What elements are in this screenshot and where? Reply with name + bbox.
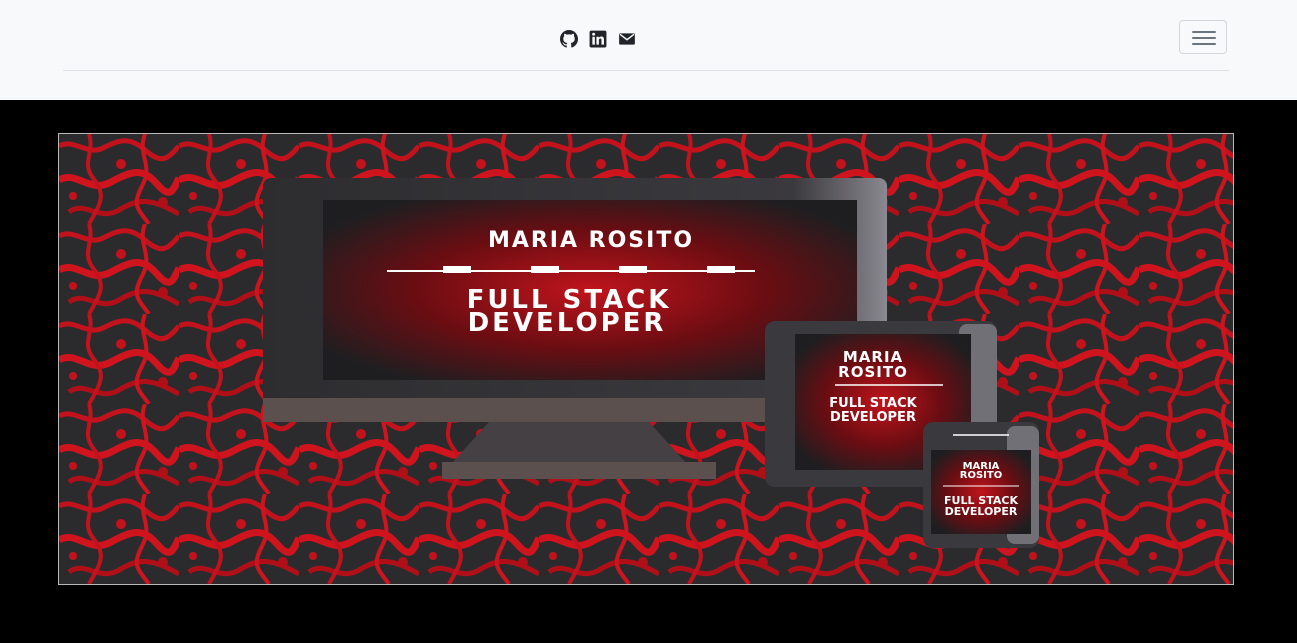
- github-link[interactable]: [560, 30, 578, 48]
- desktop-name-text: MARIA ROSITO: [488, 228, 694, 253]
- navbar-inner: [63, 0, 1229, 71]
- github-icon: [560, 30, 578, 48]
- social-links: [560, 30, 636, 48]
- navbar-toggler-button[interactable]: [1179, 20, 1227, 54]
- desktop-role-line2: DEVELOPER: [468, 308, 667, 338]
- linkedin-icon: [589, 30, 607, 48]
- hero-banner: MARIA ROSITO FULL STACK DEVELOPER MARIA …: [58, 133, 1234, 585]
- linkedin-link[interactable]: [589, 30, 607, 48]
- phone-role-line2: DEVELOPER: [945, 505, 1018, 518]
- phone-mockup: MARIA ROSITO FULL STACK DEVELOPER: [923, 422, 1039, 548]
- tablet-role-line1: FULL STACK: [829, 396, 917, 411]
- navbar: [0, 0, 1297, 100]
- phone-name-line2: ROSITO: [960, 470, 1002, 481]
- tablet-role-line2: DEVELOPER: [830, 410, 916, 425]
- envelope-icon: [619, 33, 635, 45]
- hamburger-icon: [1192, 31, 1216, 33]
- email-link[interactable]: [618, 30, 636, 48]
- tablet-name-line2: ROSITO: [838, 363, 908, 381]
- hero-image: MARIA ROSITO FULL STACK DEVELOPER MARIA …: [59, 134, 1233, 584]
